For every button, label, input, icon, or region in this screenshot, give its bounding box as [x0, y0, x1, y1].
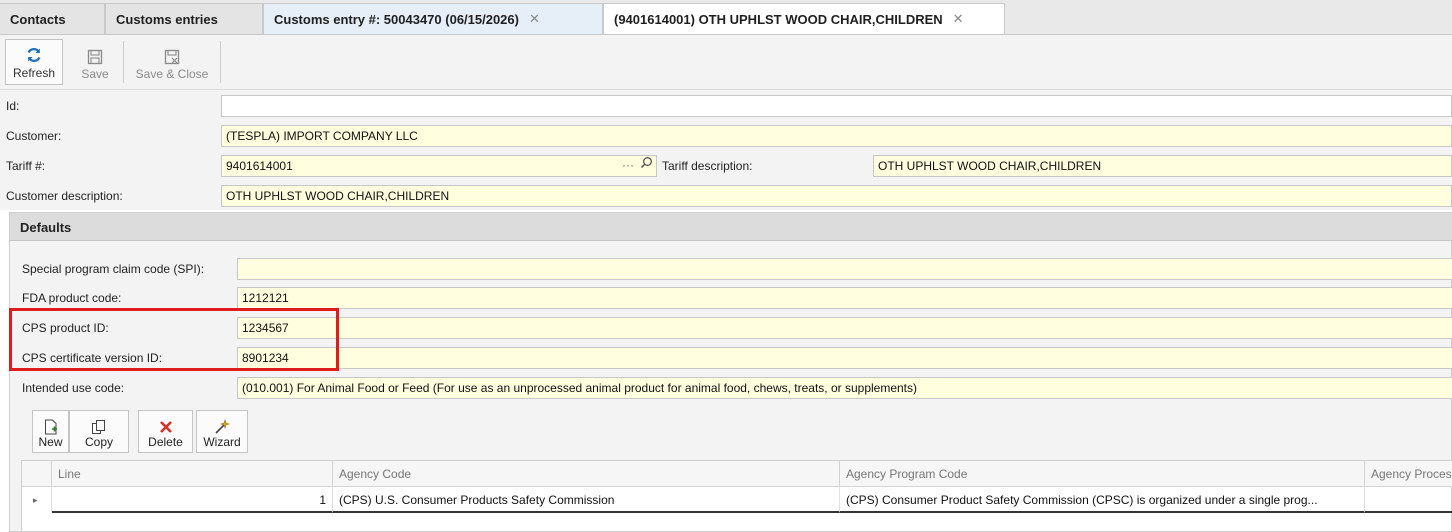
cell-agency-code[interactable]: (CPS) U.S. Consumer Products Safety Comm…	[333, 487, 840, 513]
save-button[interactable]: Save	[72, 39, 118, 85]
tab-label: (9401614001) OTH UPHLST WOOD CHAIR,CHILD…	[614, 11, 943, 27]
tariff-description-field[interactable]: OTH UPHLST WOOD CHAIR,CHILDREN	[873, 155, 1452, 177]
cps-product-label: CPS product ID:	[22, 321, 109, 335]
cell-line[interactable]: 1	[52, 487, 333, 513]
copy-label: Copy	[84, 435, 113, 449]
fda-row: FDA product code: 1212121	[10, 284, 1452, 312]
column-header-agency-program-code[interactable]: Agency Program Code	[840, 461, 1365, 487]
tab-label: Customs entry #: 50043470 (06/15/2026)	[274, 11, 519, 27]
column-header-agency-process[interactable]: Agency Proces	[1365, 461, 1452, 487]
cps-product-field[interactable]: 1234567	[237, 317, 1452, 339]
wizard-label: Wizard	[203, 435, 241, 449]
customer-description-label: Customer description:	[6, 189, 123, 203]
refresh-button[interactable]: Refresh	[5, 39, 63, 85]
spi-field[interactable]	[237, 258, 1452, 280]
id-label: Id:	[6, 99, 20, 113]
copy-icon	[92, 420, 105, 434]
tab-label: Customs entries	[116, 11, 218, 27]
cps-certificate-row: CPS certificate version ID: 8901234	[10, 344, 1452, 372]
customer-row: Customer: (TESPLA) IMPORT COMPANY LLC	[0, 123, 1452, 149]
customer-description-field[interactable]: OTH UPHLST WOOD CHAIR,CHILDREN	[221, 185, 1452, 207]
tariff-form: Id: Customer: (TESPLA) IMPORT COMPANY LL…	[0, 90, 1452, 210]
refresh-label: Refresh	[12, 66, 56, 80]
fda-label: FDA product code:	[22, 291, 122, 305]
save-close-button[interactable]: Save & Close	[128, 39, 216, 85]
delete-button[interactable]: Delete	[138, 410, 193, 453]
tab-strip: Contacts Customs entries Customs entry #…	[0, 0, 1452, 35]
cell-agency-program-code[interactable]: (CPS) Consumer Product Safety Commission…	[840, 487, 1365, 513]
spi-row: Special program claim code (SPI):	[10, 255, 1452, 283]
id-row: Id:	[0, 93, 1452, 119]
cps-certificate-label: CPS certificate version ID:	[22, 351, 163, 365]
customer-description-row: Customer description: OTH UPHLST WOOD CH…	[0, 183, 1452, 209]
new-button[interactable]: New	[32, 410, 69, 453]
cps-product-row: CPS product ID: 1234567	[10, 314, 1452, 342]
wizard-button[interactable]: Wizard	[196, 410, 248, 453]
intended-use-field[interactable]: (010.001) For Animal Food or Feed (For u…	[237, 377, 1452, 399]
save-icon	[87, 49, 103, 65]
tariff-field[interactable]: 9401614001	[221, 155, 657, 177]
refresh-icon	[27, 48, 41, 62]
defaults-header: Defaults	[10, 213, 1452, 241]
main-toolbar: Refresh Save Save & Close	[0, 35, 1452, 90]
row-indicator-icon[interactable]: ▸	[22, 487, 52, 513]
intended-use-label: Intended use code:	[22, 381, 125, 395]
delete-icon	[159, 421, 172, 433]
ellipsis-icon[interactable]: ···	[622, 158, 634, 172]
column-header-line[interactable]: Line	[52, 461, 333, 487]
search-icon[interactable]	[640, 156, 653, 172]
wizard-icon	[215, 419, 230, 434]
tab-customs-entries[interactable]: Customs entries	[105, 3, 263, 34]
close-icon[interactable]: ✕	[953, 11, 964, 27]
toolbar-divider	[220, 41, 221, 83]
toolbar-divider	[123, 41, 124, 83]
tab-customs-entry[interactable]: Customs entry #: 50043470 (06/15/2026) ✕	[263, 3, 603, 34]
spi-label: Special program claim code (SPI):	[22, 262, 205, 276]
cps-certificate-field[interactable]: 8901234	[237, 347, 1452, 369]
save-close-icon	[164, 49, 180, 65]
id-field[interactable]	[221, 95, 1452, 117]
tab-label: Contacts	[10, 11, 66, 27]
tab-tariff-item[interactable]: (9401614001) OTH UPHLST WOOD CHAIR,CHILD…	[603, 3, 1005, 34]
tariff-row: Tariff #: 9401614001 ··· Tariff descript…	[0, 153, 1452, 179]
customer-field[interactable]: (TESPLA) IMPORT COMPANY LLC	[221, 125, 1452, 147]
close-icon[interactable]: ✕	[529, 11, 540, 27]
agency-grid: Line Agency Code Agency Program Code Age…	[21, 460, 1452, 532]
copy-button[interactable]: Copy	[69, 410, 129, 453]
new-label: New	[38, 435, 63, 449]
fda-field[interactable]: 1212121	[237, 287, 1452, 309]
cell-agency-process[interactable]	[1365, 487, 1452, 513]
column-header-agency-code[interactable]: Agency Code	[333, 461, 840, 487]
customer-label: Customer:	[6, 129, 62, 143]
row-indicator-header	[22, 461, 52, 487]
tariff-description-label: Tariff description:	[662, 159, 753, 173]
save-close-label: Save & Close	[135, 67, 209, 81]
new-icon	[44, 419, 57, 435]
delete-label: Delete	[148, 435, 183, 449]
tab-contacts[interactable]: Contacts	[0, 3, 105, 34]
save-label: Save	[81, 67, 109, 81]
tariff-label: Tariff #:	[6, 159, 46, 173]
intended-use-row: Intended use code: (010.001) For Animal …	[10, 374, 1452, 402]
